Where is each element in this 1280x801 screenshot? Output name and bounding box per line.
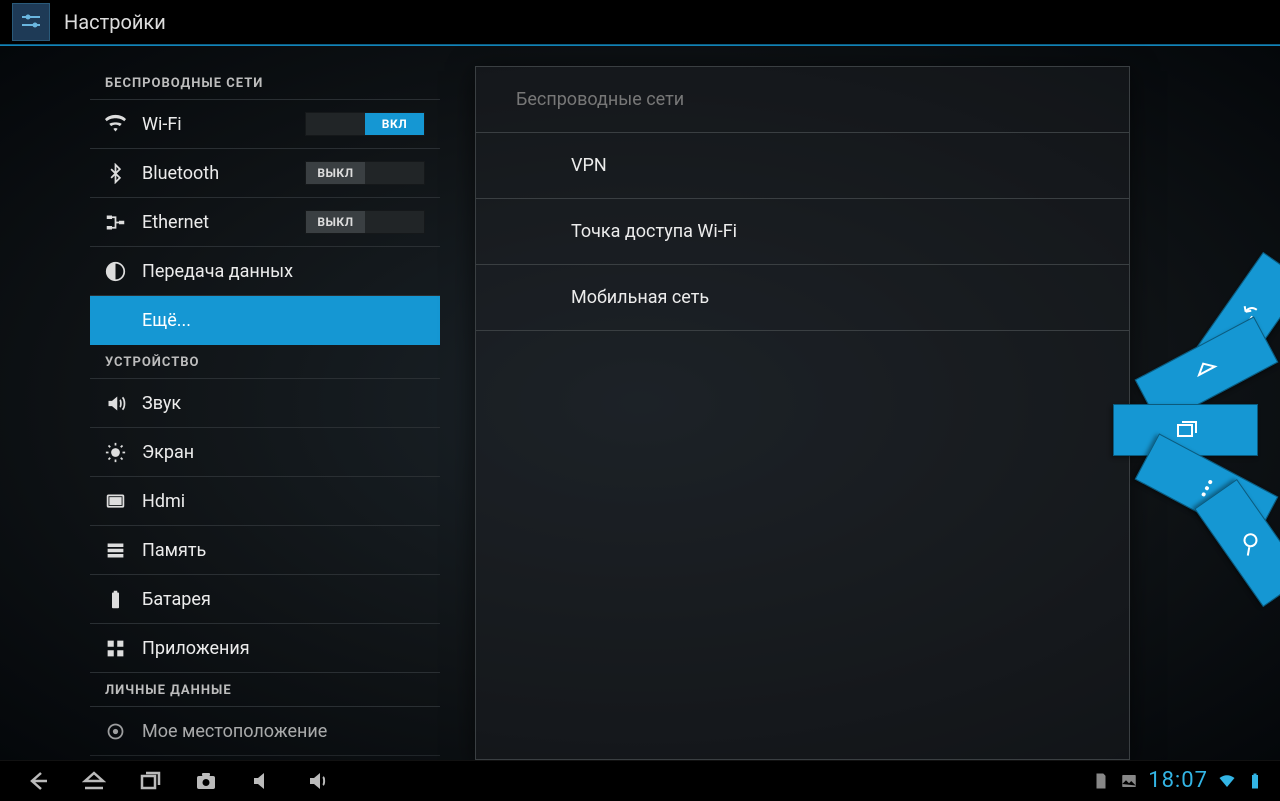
- nav-volume-down-button[interactable]: [234, 761, 290, 801]
- sidebar-item-hdmi[interactable]: Hdmi: [90, 477, 440, 526]
- sidebar-item-label: Wi-Fi: [142, 114, 305, 135]
- data-usage-icon: [105, 261, 126, 282]
- sidebar-item-label: Приложения: [142, 638, 425, 659]
- storage-icon: [105, 540, 126, 561]
- hdmi-icon: [105, 491, 126, 512]
- sidebar-item-bluetooth[interactable]: Bluetooth ВЫКЛ: [90, 149, 440, 198]
- display-icon: [105, 442, 126, 463]
- section-header-device: УСТРОЙСТВО: [90, 345, 440, 379]
- sidebar-item-display[interactable]: Экран: [90, 428, 440, 477]
- sidebar-item-label: Передача данных: [142, 261, 425, 282]
- status-cluster[interactable]: 18:07: [1092, 768, 1270, 793]
- detail-item-mobile[interactable]: Мобильная сеть: [476, 265, 1129, 331]
- bluetooth-icon: [105, 163, 126, 184]
- app-title: Настройки: [64, 10, 166, 34]
- sidebar-item-storage[interactable]: Память: [90, 526, 440, 575]
- sound-icon: [105, 393, 126, 414]
- sidebar-item-data-usage[interactable]: Передача данных: [90, 247, 440, 296]
- toggle-off-label: ВЫКЛ: [306, 211, 365, 233]
- settings-sidebar: БЕСПРОВОДНЫЕ СЕТИ Wi-Fi ВКЛ Bluetooth ВЫ…: [90, 66, 440, 760]
- sidebar-item-label: Мое местоположение: [142, 721, 425, 742]
- pie-nav: [1100, 330, 1280, 610]
- nav-recents-button[interactable]: [122, 761, 178, 801]
- nav-back-button[interactable]: [10, 761, 66, 801]
- toggle-on-label: ВКЛ: [365, 113, 424, 135]
- sidebar-item-label: Hdmi: [142, 491, 425, 512]
- settings-app-icon: [12, 3, 50, 41]
- bluetooth-toggle[interactable]: ВЫКЛ: [305, 161, 425, 185]
- nav-home-button[interactable]: [66, 761, 122, 801]
- sidebar-item-location[interactable]: Мое местоположение: [90, 707, 440, 756]
- sidebar-item-sound[interactable]: Звук: [90, 379, 440, 428]
- system-bar: 18:07: [0, 760, 1280, 800]
- battery-status-icon: [1246, 772, 1264, 790]
- image-icon: [1120, 772, 1138, 790]
- wifi-toggle[interactable]: ВКЛ: [305, 112, 425, 136]
- sidebar-item-label: Bluetooth: [142, 163, 305, 184]
- sidebar-item-label: Память: [142, 540, 425, 561]
- battery-icon: [105, 589, 126, 610]
- detail-header: Беспроводные сети: [476, 67, 1129, 133]
- toggle-on-label: [365, 162, 424, 184]
- ethernet-icon: [105, 212, 126, 233]
- wifi-status-icon: [1218, 772, 1236, 790]
- sidebar-item-label: Батарея: [142, 589, 425, 610]
- apps-icon: [105, 638, 126, 659]
- detail-item-hotspot[interactable]: Точка доступа Wi-Fi: [476, 199, 1129, 265]
- sidebar-item-ethernet[interactable]: Ethernet ВЫКЛ: [90, 198, 440, 247]
- ethernet-toggle[interactable]: ВЫКЛ: [305, 210, 425, 234]
- action-bar: Настройки: [0, 0, 1280, 44]
- sidebar-item-apps[interactable]: Приложения: [90, 624, 440, 673]
- sidebar-item-battery[interactable]: Батарея: [90, 575, 440, 624]
- sidebar-item-label: Звук: [142, 393, 425, 414]
- detail-panel: Беспроводные сети VPN Точка доступа Wi-F…: [475, 66, 1130, 760]
- clock: 18:07: [1148, 768, 1208, 793]
- wifi-icon: [105, 114, 126, 135]
- toggle-on-label: [365, 211, 424, 233]
- toggle-off-label: [306, 113, 365, 135]
- section-header-personal: ЛИЧНЫЕ ДАННЫЕ: [90, 673, 440, 707]
- sidebar-item-wifi[interactable]: Wi-Fi ВКЛ: [90, 100, 440, 149]
- nav-volume-up-button[interactable]: [290, 761, 346, 801]
- detail-item-vpn[interactable]: VPN: [476, 133, 1129, 199]
- sidebar-item-label: Экран: [142, 442, 425, 463]
- sdcard-icon: [1092, 772, 1110, 790]
- nav-screenshot-button[interactable]: [178, 761, 234, 801]
- section-header-wireless: БЕСПРОВОДНЫЕ СЕТИ: [90, 66, 440, 100]
- sidebar-item-more[interactable]: Ещё...: [90, 296, 440, 345]
- sidebar-item-label: Ethernet: [142, 212, 305, 233]
- toggle-off-label: ВЫКЛ: [306, 162, 365, 184]
- location-icon: [105, 721, 126, 742]
- sidebar-item-label: Ещё...: [142, 310, 425, 331]
